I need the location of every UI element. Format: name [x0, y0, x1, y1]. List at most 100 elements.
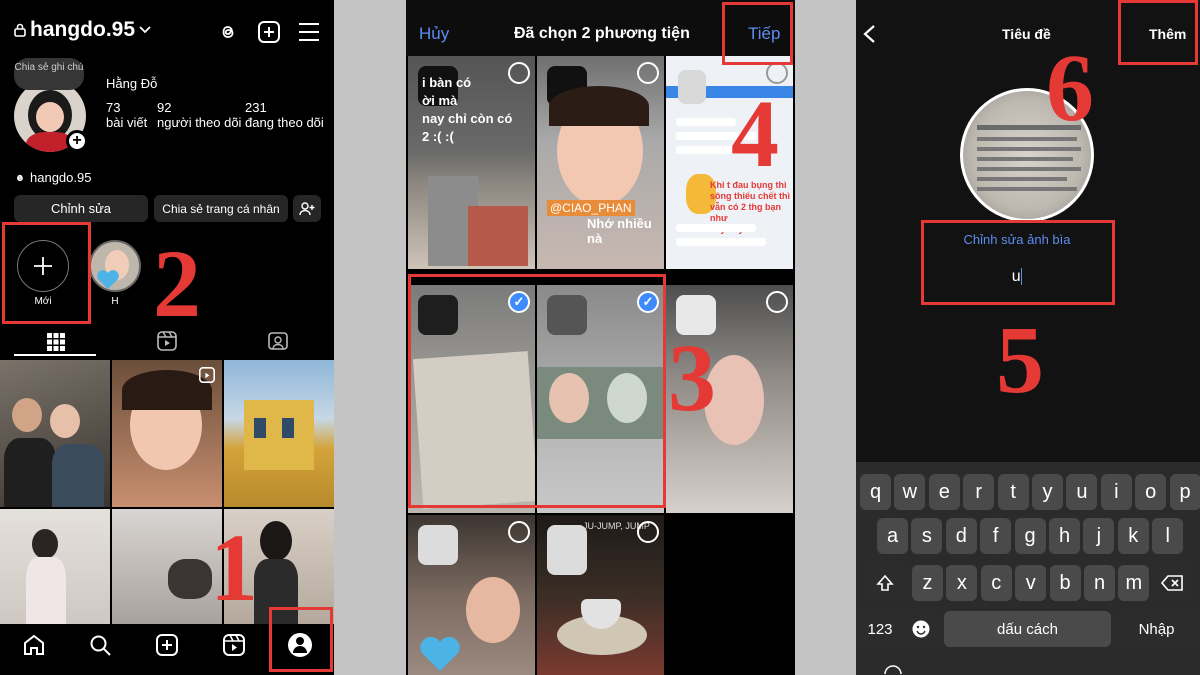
key-v[interactable]: v [1015, 565, 1047, 601]
select-circle[interactable] [508, 62, 530, 84]
menu-icon[interactable] [298, 22, 320, 42]
chevron-down-icon [139, 26, 151, 34]
add-person-button[interactable] [293, 195, 321, 222]
enter-key[interactable]: Nhập [1116, 611, 1197, 647]
key-t[interactable]: t [997, 474, 1029, 510]
emoji-key[interactable] [903, 611, 939, 647]
note-bubble[interactable]: Chia sẻ ghi chú [14, 58, 84, 90]
key-y[interactable]: y [1032, 474, 1063, 510]
step5-highlight-box [921, 220, 1115, 305]
post-thumbnail[interactable] [224, 360, 334, 507]
cancel-button[interactable]: Hủy [419, 24, 449, 44]
post-thumbnail[interactable] [0, 509, 110, 624]
key-k[interactable]: k [1117, 518, 1149, 554]
key-x[interactable]: x [946, 565, 978, 601]
key-b[interactable]: b [1049, 565, 1081, 601]
key-a[interactable]: a [877, 518, 908, 554]
username-switcher[interactable]: hangdo.95 [14, 18, 151, 42]
stat-following-count: 231 [245, 100, 267, 115]
key-q[interactable]: q [860, 474, 891, 510]
media-cell[interactable] [408, 515, 535, 675]
tagged-tab-icon[interactable] [268, 331, 288, 351]
profile-screen: hangdo.95 + Chia sẻ ghi chú Hằng Đỗ 73 bà… [0, 0, 334, 675]
shift-icon [876, 574, 894, 591]
stat-followers-label: người theo dõi [157, 115, 242, 130]
tab-indicator [14, 354, 96, 356]
stat-posts-label: bài viết [106, 115, 148, 130]
display-name: Hằng Đỗ [106, 76, 158, 91]
back-chevron-icon[interactable] [862, 24, 876, 44]
step-1-label: 1 [210, 514, 258, 621]
numbers-key[interactable]: 123 [859, 611, 901, 647]
step-4-label: 4 [731, 80, 779, 187]
key-s[interactable]: s [911, 518, 943, 554]
blue-heart-icon [420, 636, 460, 672]
globe-icon[interactable] [884, 662, 902, 675]
key-n[interactable]: n [1084, 565, 1115, 601]
stat-followers[interactable]: 92 người theo dõi [157, 100, 241, 130]
stat-following-label: đang theo dõi [245, 115, 324, 130]
key-e[interactable]: e [928, 474, 960, 510]
post-thumbnail[interactable] [112, 360, 222, 507]
backspace-key[interactable] [1151, 565, 1193, 601]
media-caption: i bàn có ời mà nay chỉ còn có 2 :( :( [422, 75, 513, 144]
key-u[interactable]: u [1066, 474, 1098, 510]
space-key[interactable]: dấu cách [944, 611, 1111, 647]
key-m[interactable]: m [1118, 565, 1150, 601]
search-icon[interactable] [88, 633, 112, 657]
key-l[interactable]: l [1152, 518, 1184, 554]
key-d[interactable]: d [945, 518, 977, 554]
step4-highlight-box [722, 2, 793, 65]
post-thumbnail[interactable] [0, 360, 110, 507]
select-circle[interactable] [637, 521, 659, 543]
backspace-icon [1161, 575, 1183, 591]
key-p[interactable]: p [1169, 474, 1200, 510]
add-post-icon[interactable] [257, 20, 281, 44]
key-i[interactable]: i [1100, 474, 1132, 510]
step-2-label: 2 [153, 230, 201, 337]
post-thumbnail[interactable] [112, 509, 222, 624]
key-f[interactable]: f [980, 518, 1012, 554]
select-circle[interactable] [766, 291, 788, 313]
media-cell[interactable]: JU-JUMP, JUMP [537, 515, 664, 675]
key-h[interactable]: h [1049, 518, 1080, 554]
highlight-h[interactable] [89, 240, 141, 292]
threads-icon[interactable] [216, 20, 240, 44]
step2-highlight-box [2, 222, 91, 324]
step1-highlight-box [269, 607, 333, 672]
threads-badge[interactable]: hangdo.95 [14, 170, 91, 185]
screen-title: Tiêu đề [1002, 26, 1051, 42]
emoji-icon [912, 620, 930, 638]
media-tag: @CIAO_PHAN [547, 200, 635, 216]
share-profile-button[interactable]: Chia sẻ trang cá nhân [154, 195, 288, 222]
highlight-title-screen: Tiêu đề Thêm Chỉnh sửa ảnh bìa u 123 dấu… [856, 0, 1200, 675]
select-circle[interactable] [637, 62, 659, 84]
threads-handle: hangdo.95 [30, 170, 92, 185]
step-3-label: 3 [668, 324, 716, 431]
reels-icon[interactable] [222, 633, 246, 657]
key-r[interactable]: r [963, 474, 995, 510]
home-icon[interactable] [22, 633, 46, 657]
lock-icon [14, 23, 26, 37]
stat-posts-count: 73 [106, 100, 121, 115]
key-w[interactable]: w [894, 474, 926, 510]
add-story-icon[interactable]: + [66, 130, 88, 152]
key-g[interactable]: g [1014, 518, 1046, 554]
key-j[interactable]: j [1083, 518, 1115, 554]
media-cell[interactable]: i bàn có ời mà nay chỉ còn có 2 :( :( [408, 56, 535, 269]
stat-posts[interactable]: 73 bài viết [106, 100, 147, 130]
key-o[interactable]: o [1135, 474, 1167, 510]
username: hangdo.95 [30, 18, 136, 41]
create-icon[interactable] [155, 633, 179, 657]
key-c[interactable]: c [980, 565, 1012, 601]
select-circle[interactable] [508, 521, 530, 543]
shift-key[interactable] [864, 565, 906, 601]
grid-tab-icon[interactable] [47, 333, 65, 351]
highlight-h-label: H [111, 296, 119, 307]
edit-profile-button[interactable]: Chỉnh sửa [14, 195, 148, 222]
key-z[interactable]: z [912, 565, 943, 601]
media-cell[interactable]: @CIAO_PHAN Nhớ nhiều nà [537, 56, 664, 269]
stat-following[interactable]: 231 đang theo dõi [245, 100, 324, 130]
step3-highlight-box [408, 274, 666, 508]
stat-followers-count: 92 [157, 100, 172, 115]
